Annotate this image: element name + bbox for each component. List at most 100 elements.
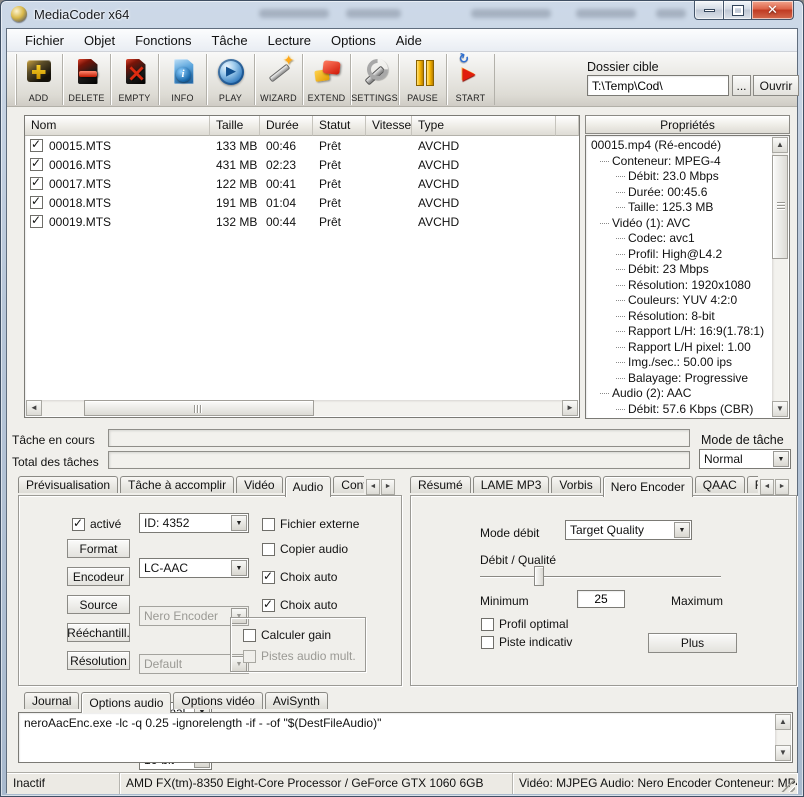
auto-encoder-checkbox[interactable] xyxy=(262,571,275,584)
tab[interactable]: Options vidéo xyxy=(173,692,262,709)
optimal-profile-checkbox[interactable] xyxy=(481,618,494,631)
scroll-right-icon[interactable]: ► xyxy=(562,400,578,416)
minimize-button[interactable] xyxy=(694,1,724,20)
quality-value-input[interactable] xyxy=(577,590,625,608)
file-checkbox[interactable] xyxy=(30,215,43,228)
property-node[interactable]: Débit: 23 Mbps xyxy=(587,262,772,278)
commandline-vscrollbar[interactable]: ▲ ▼ xyxy=(775,714,791,761)
tab[interactable]: FAAC xyxy=(747,476,758,493)
scroll-down-icon[interactable]: ▼ xyxy=(775,745,791,761)
toolbar-button[interactable]: EXTEND xyxy=(303,54,351,105)
tab[interactable]: Journal xyxy=(24,692,79,709)
quality-slider-thumb[interactable] xyxy=(534,566,544,586)
toolbar-button[interactable]: SETTINGS xyxy=(351,54,399,105)
audio-enabled-checkbox[interactable] xyxy=(72,518,85,531)
property-node[interactable]: 00015.mp4 (Ré-encodé) xyxy=(587,138,772,154)
scroll-left-icon[interactable]: ◄ xyxy=(26,400,42,416)
target-folder-input[interactable] xyxy=(587,75,729,96)
file-checkbox[interactable] xyxy=(30,158,43,171)
audio-options-commandline[interactable]: neroAacEnc.exe -lc -q 0.25 -ignorelength… xyxy=(18,712,793,763)
toolbar-button[interactable]: WIZARD xyxy=(255,54,303,105)
file-row[interactable]: 00019.MTS 132 MB 00:44 Prêt AVCHD xyxy=(25,212,579,231)
file-checkbox[interactable] xyxy=(30,196,43,209)
toolbar-button[interactable]: START xyxy=(447,54,495,105)
tab[interactable]: Options audio xyxy=(81,692,171,713)
property-node[interactable]: Profil: High@L4.2 xyxy=(587,247,772,263)
column-header[interactable]: Durée xyxy=(260,116,313,136)
copy-audio-checkbox[interactable] xyxy=(262,543,275,556)
menu-item[interactable]: Options xyxy=(321,31,386,50)
menu-item[interactable]: Objet xyxy=(74,31,125,50)
properties-header[interactable]: Propriétés xyxy=(585,115,790,134)
format-select[interactable]: LC-AAC▼ xyxy=(139,558,249,578)
toolbar-button[interactable]: DELETE xyxy=(63,54,111,105)
menu-item[interactable]: Tâche xyxy=(201,31,257,50)
tab[interactable]: Audio xyxy=(285,476,332,497)
tab[interactable]: Tâche à accomplir xyxy=(120,476,234,493)
property-node[interactable]: Audio (2): AAC xyxy=(587,386,772,402)
column-header[interactable]: Statut xyxy=(313,116,366,136)
property-node[interactable]: Débit: 57.6 Kbps (CBR) xyxy=(587,402,772,418)
title-bar[interactable]: MediaCoder x64 ✕ xyxy=(1,1,803,28)
column-header[interactable]: Type xyxy=(412,116,556,136)
maximize-button[interactable] xyxy=(724,1,751,20)
property-node[interactable]: Débit: 23.0 Mbps xyxy=(587,169,772,185)
toolbar-button[interactable]: PLAY xyxy=(207,54,255,105)
property-node[interactable]: Codec: avc1 xyxy=(587,231,772,247)
browse-button[interactable]: ... xyxy=(732,75,751,96)
scroll-up-icon[interactable]: ▲ xyxy=(772,137,788,153)
column-header[interactable]: Nom xyxy=(25,116,210,136)
bitrate-mode-select[interactable]: Target Quality▼ xyxy=(565,520,692,540)
cue-track-checkbox[interactable] xyxy=(481,636,494,649)
scroll-down-icon[interactable]: ▼ xyxy=(772,401,788,417)
property-node[interactable]: Taille: 125.3 MB xyxy=(587,200,772,216)
column-header[interactable]: Vitesse xyxy=(366,116,412,136)
tab[interactable]: QAAC xyxy=(695,476,745,493)
property-node[interactable]: Couleurs: YUV 4:2:0 xyxy=(587,293,772,309)
menu-item[interactable]: Aide xyxy=(386,31,432,50)
property-node[interactable]: Rapport L/H pixel: 1.00 xyxy=(587,340,772,356)
tab[interactable]: AviSynth xyxy=(265,692,328,709)
file-list-hscrollbar[interactable]: ◄ ► xyxy=(26,400,578,416)
tabs-scroll-left-icon[interactable]: ◄ xyxy=(366,479,380,495)
chevron-down-icon[interactable]: ▼ xyxy=(231,560,247,576)
chevron-down-icon[interactable]: ▼ xyxy=(231,515,247,531)
tab[interactable]: Vorbis xyxy=(551,476,600,493)
file-row[interactable]: 00018.MTS 191 MB 01:04 Prêt AVCHD xyxy=(25,193,579,212)
property-node[interactable]: Rapport L/H: 16:9(1.78:1) xyxy=(587,324,772,340)
property-node[interactable]: Résolution: 8-bit xyxy=(587,309,772,325)
menu-item[interactable]: Lecture xyxy=(258,31,321,50)
quality-slider-track[interactable] xyxy=(480,576,721,578)
scroll-up-icon[interactable]: ▲ xyxy=(775,714,791,730)
format-button[interactable]: Format xyxy=(67,539,130,558)
resolution-button[interactable]: Résolution xyxy=(67,651,130,670)
toolbar-button[interactable]: INFO xyxy=(159,54,207,105)
property-node[interactable]: Résolution: 1920x1080 xyxy=(587,278,772,294)
tab[interactable]: Vidéo xyxy=(236,476,282,493)
menu-item[interactable]: Fichier xyxy=(15,31,74,50)
file-checkbox[interactable] xyxy=(30,139,43,152)
task-mode-select[interactable]: Normal ▼ xyxy=(699,449,791,469)
more-button[interactable]: Plus xyxy=(648,633,737,653)
close-button[interactable]: ✕ xyxy=(751,1,794,20)
menu-item[interactable]: Fonctions xyxy=(125,31,201,50)
chevron-down-icon[interactable]: ▼ xyxy=(773,451,789,467)
tabs-scroll-left-icon[interactable]: ◄ xyxy=(760,479,774,495)
vscroll-thumb[interactable] xyxy=(772,155,788,259)
track-id-select[interactable]: ID: 4352▼ xyxy=(139,513,249,533)
tab[interactable]: LAME MP3 xyxy=(473,476,550,493)
tabs-scroll-right-icon[interactable]: ► xyxy=(381,479,395,495)
file-row[interactable]: 00015.MTS 133 MB 00:46 Prêt AVCHD xyxy=(25,136,579,155)
tab[interactable]: Résumé xyxy=(410,476,471,493)
tab[interactable]: Prévisualisation xyxy=(18,476,118,493)
source-button[interactable]: Source xyxy=(67,595,130,614)
external-file-checkbox[interactable] xyxy=(262,518,275,531)
hscroll-thumb[interactable] xyxy=(84,400,314,416)
property-node[interactable]: Vidéo (1): AVC xyxy=(587,216,772,232)
tab[interactable]: Conteneur xyxy=(333,476,364,493)
resample-button[interactable]: Rééchantill. xyxy=(67,623,130,642)
file-row[interactable]: 00017.MTS 122 MB 00:41 Prêt AVCHD xyxy=(25,174,579,193)
properties-vscrollbar[interactable]: ▲ ▼ xyxy=(772,137,788,417)
property-node[interactable]: Conteneur: MPEG-4 xyxy=(587,154,772,170)
toolbar-button[interactable]: EMPTY xyxy=(111,54,159,105)
